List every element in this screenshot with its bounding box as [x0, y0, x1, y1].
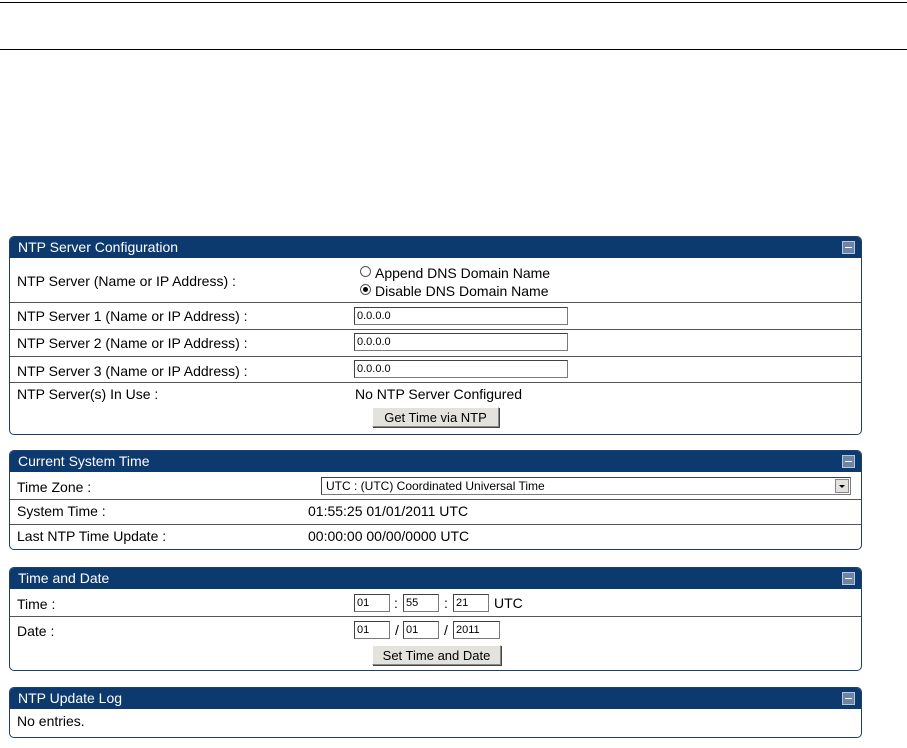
time-zone-row: Time Zone : UTC : (UTC) Coordinated Univ…: [10, 472, 861, 500]
collapse-icon[interactable]: [842, 455, 855, 468]
ntp-server-1-row: NTP Server 1 (Name or IP Address) :: [10, 303, 861, 330]
ntp-server-2-row: NTP Server 2 (Name or IP Address) :: [10, 330, 861, 357]
date-separator: /: [395, 622, 399, 638]
panel-header: Time and Date: [10, 568, 861, 589]
time-label: Time :: [17, 596, 56, 612]
panel-header: NTP Server Configuration: [10, 237, 861, 258]
ntp-server-1-input[interactable]: [354, 307, 568, 325]
header-rule: [0, 49, 907, 50]
ntp-in-use-row: NTP Server(s) In Use : No NTP Server Con…: [10, 383, 861, 433]
month-input[interactable]: [403, 621, 439, 639]
ntp-in-use-value: No NTP Server Configured: [355, 386, 523, 402]
system-time-value: 01:55:25 01/01/2011 UTC: [308, 503, 469, 519]
ntp-server-3-input[interactable]: [354, 360, 568, 378]
time-and-date-panel: Time and Date Time : : : UTC Date : / / …: [9, 567, 862, 671]
panel-header: NTP Update Log: [10, 688, 861, 709]
ntp-server-configuration-panel: NTP Server Configuration NTP Server (Nam…: [9, 236, 862, 435]
disable-dns-radio[interactable]: [360, 284, 371, 295]
update-log-body: No entries.: [10, 709, 861, 735]
date-row: Date : / / Set Time and Date: [10, 617, 861, 669]
system-time-row: System Time : 01:55:25 01/01/2011 UTC: [10, 500, 861, 525]
panel-title: Time and Date: [18, 570, 110, 586]
disable-dns-option[interactable]: Disable DNS Domain Name: [360, 282, 550, 300]
time-zone-label: Time Zone :: [17, 479, 92, 495]
collapse-icon[interactable]: [842, 572, 855, 585]
collapse-icon[interactable]: [842, 241, 855, 254]
get-time-via-ntp-button[interactable]: Get Time via NTP: [372, 407, 499, 427]
set-time-and-date-button[interactable]: Set Time and Date: [372, 645, 501, 665]
ntp-server-label: NTP Server (Name or IP Address) :: [17, 273, 236, 289]
update-log-empty-text: No entries.: [17, 713, 85, 729]
ntp-server-3-row: NTP Server 3 (Name or IP Address) :: [10, 357, 861, 383]
ntp-update-log-panel: NTP Update Log No entries.: [9, 687, 862, 738]
last-ntp-update-row: Last NTP Time Update : 00:00:00 00/00/00…: [10, 525, 861, 547]
date-separator: /: [444, 622, 448, 638]
ntp-server-2-input[interactable]: [354, 333, 568, 351]
time-separator: :: [394, 595, 398, 611]
time-zone-selected-value: UTC : (UTC) Coordinated Universal Time: [326, 479, 545, 493]
time-separator: :: [444, 595, 448, 611]
ntp-server-dns-row: NTP Server (Name or IP Address) : Append…: [10, 258, 861, 303]
time-row: Time : : : UTC: [10, 589, 861, 617]
last-ntp-update-label: Last NTP Time Update :: [17, 528, 167, 544]
minute-input[interactable]: [403, 594, 439, 612]
top-rule: [0, 2, 907, 3]
date-label: Date :: [17, 623, 55, 639]
append-dns-option[interactable]: Append DNS Domain Name: [360, 264, 550, 282]
current-system-time-panel: Current System Time Time Zone : UTC : (U…: [9, 450, 862, 550]
ntp-server-2-label: NTP Server 2 (Name or IP Address) :: [17, 335, 248, 351]
disable-dns-label: Disable DNS Domain Name: [375, 283, 549, 299]
append-dns-label: Append DNS Domain Name: [375, 265, 551, 281]
time-zone-select[interactable]: UTC : (UTC) Coordinated Universal Time: [321, 477, 851, 495]
second-input[interactable]: [453, 594, 489, 612]
collapse-icon[interactable]: [842, 692, 855, 705]
ntp-in-use-label: NTP Server(s) In Use :: [17, 386, 159, 402]
hour-input[interactable]: [354, 594, 390, 612]
ntp-server-1-label: NTP Server 1 (Name or IP Address) :: [17, 308, 248, 324]
chevron-down-icon[interactable]: [835, 479, 849, 493]
time-zone-suffix: UTC: [494, 595, 523, 611]
panel-title: NTP Server Configuration: [18, 239, 179, 255]
panel-title: Current System Time: [18, 453, 150, 469]
append-dns-radio[interactable]: [360, 266, 371, 277]
dns-radio-group: Append DNS Domain Name Disable DNS Domai…: [360, 264, 550, 300]
panel-title: NTP Update Log: [18, 690, 123, 706]
system-time-label: System Time :: [17, 503, 106, 519]
panel-header: Current System Time: [10, 451, 861, 472]
ntp-server-3-label: NTP Server 3 (Name or IP Address) :: [17, 363, 248, 379]
last-ntp-update-value: 00:00:00 00/00/0000 UTC: [308, 528, 470, 544]
day-input[interactable]: [354, 621, 390, 639]
year-input[interactable]: [453, 621, 500, 639]
